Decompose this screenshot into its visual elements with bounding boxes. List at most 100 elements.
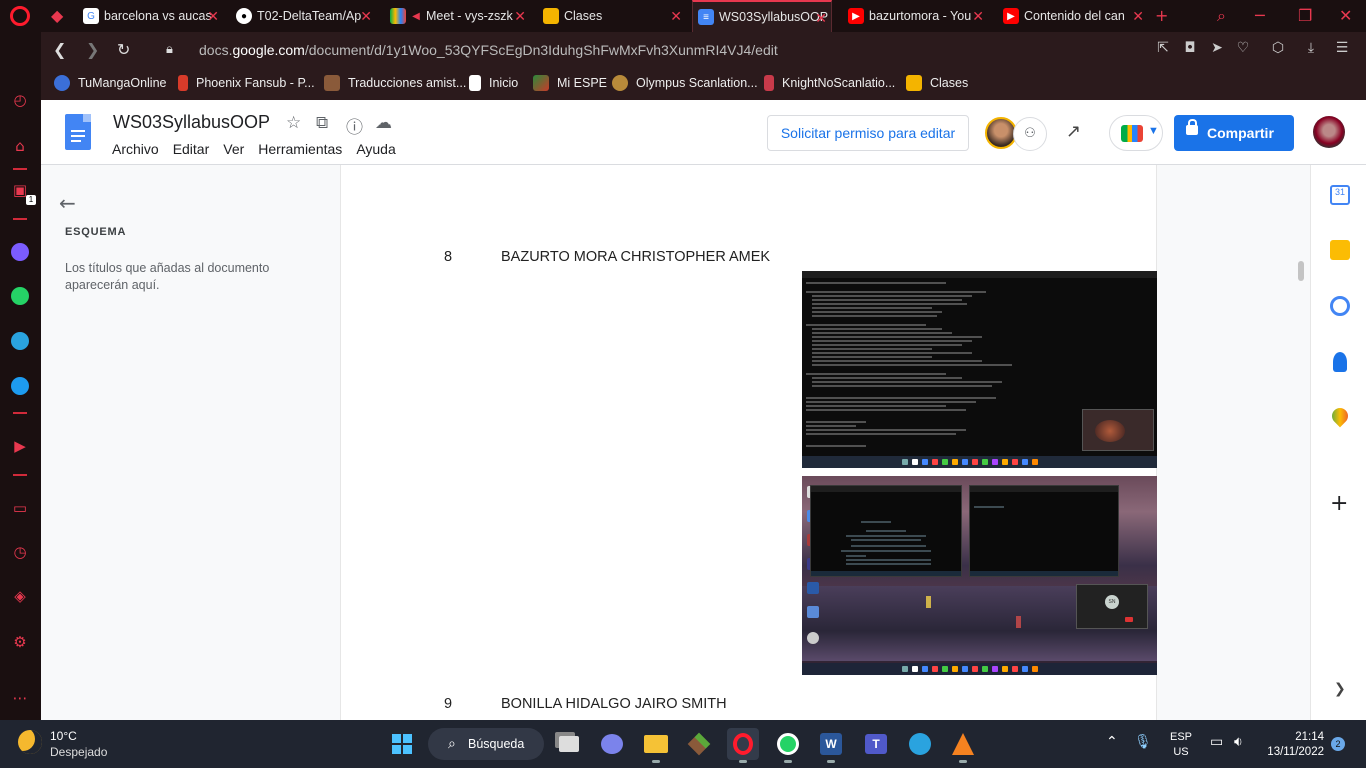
- send-icon[interactable]: ➤: [1208, 40, 1226, 58]
- reload-icon[interactable]: ↻: [117, 40, 130, 59]
- word-icon[interactable]: W: [815, 728, 847, 763]
- tab-github[interactable]: ● T02-DeltaTeam/Ap ✕: [236, 0, 376, 32]
- volume-icon[interactable]: 🔉︎: [1234, 734, 1243, 750]
- tab-docs[interactable]: ≡ WS03SyllabusOOP ✕: [692, 0, 832, 32]
- language-indicator[interactable]: ESP US: [1170, 730, 1192, 760]
- keep-icon[interactable]: [1330, 240, 1350, 260]
- snapshot-icon[interactable]: ▭: [8, 496, 32, 520]
- back-icon[interactable]: ❮: [53, 40, 66, 59]
- request-edit-button[interactable]: Solicitar permiso para editar: [767, 115, 969, 151]
- bookmark-tumanga[interactable]: TuMangaOnline: [54, 75, 166, 91]
- info-icon[interactable]: ⓘ: [346, 113, 363, 138]
- task-view-icon[interactable]: [553, 728, 585, 760]
- chat-icon[interactable]: [596, 728, 628, 760]
- menu-icon[interactable]: ☰: [1333, 40, 1351, 58]
- menu-archivo[interactable]: Archivo: [112, 141, 159, 157]
- menu-ayuda[interactable]: Ayuda: [356, 141, 395, 157]
- account-avatar[interactable]: [1313, 116, 1345, 148]
- close-outline-icon[interactable]: ←: [59, 191, 76, 215]
- restore-icon[interactable]: ❐: [1298, 6, 1312, 25]
- whatsapp-icon[interactable]: [8, 284, 32, 308]
- chevron-right-icon[interactable]: ❯: [1334, 681, 1346, 697]
- close-tab-icon[interactable]: ✕: [670, 8, 682, 25]
- contacts-icon[interactable]: [1333, 352, 1347, 372]
- document-title[interactable]: WS03SyllabusOOP: [113, 112, 270, 133]
- meet-button[interactable]: ▼: [1109, 115, 1163, 151]
- cloud-status-icon[interactable]: ☁: [375, 113, 392, 133]
- star-icon[interactable]: ☆: [286, 113, 301, 133]
- heart-icon[interactable]: ♡: [1234, 40, 1252, 58]
- docs-logo-icon[interactable]: [65, 114, 91, 150]
- minecraft-icon[interactable]: [683, 728, 715, 760]
- teams-icon[interactable]: T: [860, 728, 892, 760]
- cube-icon[interactable]: ⬡: [1269, 40, 1287, 58]
- speed-dial-icon[interactable]: ◴: [8, 88, 32, 112]
- vlc-icon[interactable]: [947, 728, 979, 763]
- gamepad-icon[interactable]: ◆: [51, 6, 63, 25]
- player-icon[interactable]: ▶: [8, 434, 32, 458]
- scrollbar-thumb[interactable]: [1298, 261, 1304, 281]
- share-button[interactable]: Compartir: [1174, 115, 1294, 151]
- close-tab-icon[interactable]: ✕: [815, 10, 827, 27]
- screenshot-terminal-image[interactable]: [802, 271, 1157, 468]
- bookmark-traducciones[interactable]: Traducciones amist...: [324, 75, 466, 91]
- bookmark-phoenix[interactable]: Phoenix Fansub - P...: [178, 75, 315, 91]
- microphone-icon[interactable]: 🎙︎: [1134, 734, 1152, 750]
- camera-icon[interactable]: ◘: [1181, 40, 1199, 58]
- taskbar-search[interactable]: ⌕ Búsqueda: [428, 728, 544, 760]
- bookmark-knight[interactable]: KnightNoScanlatio...: [764, 75, 895, 91]
- opera-logo-icon[interactable]: [10, 6, 30, 26]
- tab-meet[interactable]: ◀ Meet - vys-zszk ✕: [390, 0, 530, 32]
- search-tabs-icon[interactable]: ⌕: [1217, 6, 1226, 26]
- maps-icon[interactable]: [1328, 404, 1352, 428]
- forward-icon[interactable]: ❯: [86, 40, 99, 59]
- telegram-icon[interactable]: [8, 329, 32, 353]
- menu-editar[interactable]: Editar: [173, 141, 210, 157]
- weather-description[interactable]: Despejado: [50, 745, 107, 759]
- display-icon[interactable]: ▭: [1210, 734, 1223, 750]
- twitter-icon[interactable]: [8, 374, 32, 398]
- tab-clases[interactable]: Clases ✕: [543, 0, 686, 32]
- whatsapp-icon[interactable]: [772, 728, 804, 763]
- close-window-icon[interactable]: ✕: [1339, 6, 1352, 25]
- start-button[interactable]: [386, 728, 418, 760]
- lock-icon[interactable]: 🔒︎: [166, 42, 173, 57]
- close-tab-icon[interactable]: ✕: [514, 8, 526, 25]
- extensions-icon[interactable]: ◈: [8, 584, 32, 608]
- history-icon[interactable]: ◷: [8, 540, 32, 564]
- telegram-icon[interactable]: [904, 728, 936, 760]
- minimize-icon[interactable]: ─: [1255, 6, 1265, 25]
- system-clock[interactable]: 21:14 13/11/2022: [1266, 730, 1324, 760]
- calendar-icon[interactable]: 31: [1330, 185, 1350, 205]
- activity-trend-icon[interactable]: ↗: [1066, 121, 1081, 142]
- document-page[interactable]: 8 BAZURTO MORA CHRISTOPHER AMEK SN 9 BON…: [340, 165, 1157, 720]
- close-tab-icon[interactable]: ✕: [972, 8, 984, 25]
- menu-herramientas[interactable]: Herramientas: [258, 141, 342, 157]
- close-tab-icon[interactable]: ✕: [207, 8, 219, 25]
- file-explorer-icon[interactable]: [640, 728, 672, 763]
- bookmark-clases[interactable]: Clases: [906, 75, 968, 91]
- moon-icon[interactable]: [18, 730, 42, 754]
- add-addon-icon[interactable]: +: [1330, 491, 1348, 516]
- menu-ver[interactable]: Ver: [223, 141, 244, 157]
- join-call-icon[interactable]: ⚇: [1013, 117, 1047, 151]
- show-hidden-icons-icon[interactable]: ⌃: [1106, 734, 1118, 750]
- close-tab-icon[interactable]: ✕: [360, 8, 372, 25]
- url-field[interactable]: docs.google.com/document/d/1y1Woo_53QYFS…: [199, 42, 778, 58]
- tab-youtube-2[interactable]: ▶ Contenido del can ✕: [1003, 0, 1148, 32]
- more-icon[interactable]: ⋯: [8, 686, 32, 710]
- weather-temperature[interactable]: 10°C: [50, 729, 77, 743]
- notification-badge[interactable]: 2: [1331, 737, 1345, 751]
- tab-barcelona[interactable]: G barcelona vs aucas ✕: [83, 0, 223, 32]
- tab-youtube-1[interactable]: ▶ bazurtomora - You ✕: [848, 0, 988, 32]
- bookmark-mi-espe[interactable]: Mi ESPE: [533, 75, 607, 91]
- screenshot-desktop-image[interactable]: SN: [802, 476, 1157, 675]
- download-icon[interactable]: ⤓: [1302, 40, 1320, 58]
- shop-bag-icon[interactable]: ⌂: [8, 134, 32, 158]
- messenger-icon[interactable]: [8, 240, 32, 264]
- opera-icon[interactable]: [727, 728, 759, 763]
- settings-icon[interactable]: ⚙: [8, 630, 32, 654]
- tasks-icon[interactable]: [1330, 296, 1350, 316]
- bookmark-inicio[interactable]: Inicio: [469, 75, 518, 91]
- move-to-drive-icon[interactable]: ⧉: [316, 113, 328, 133]
